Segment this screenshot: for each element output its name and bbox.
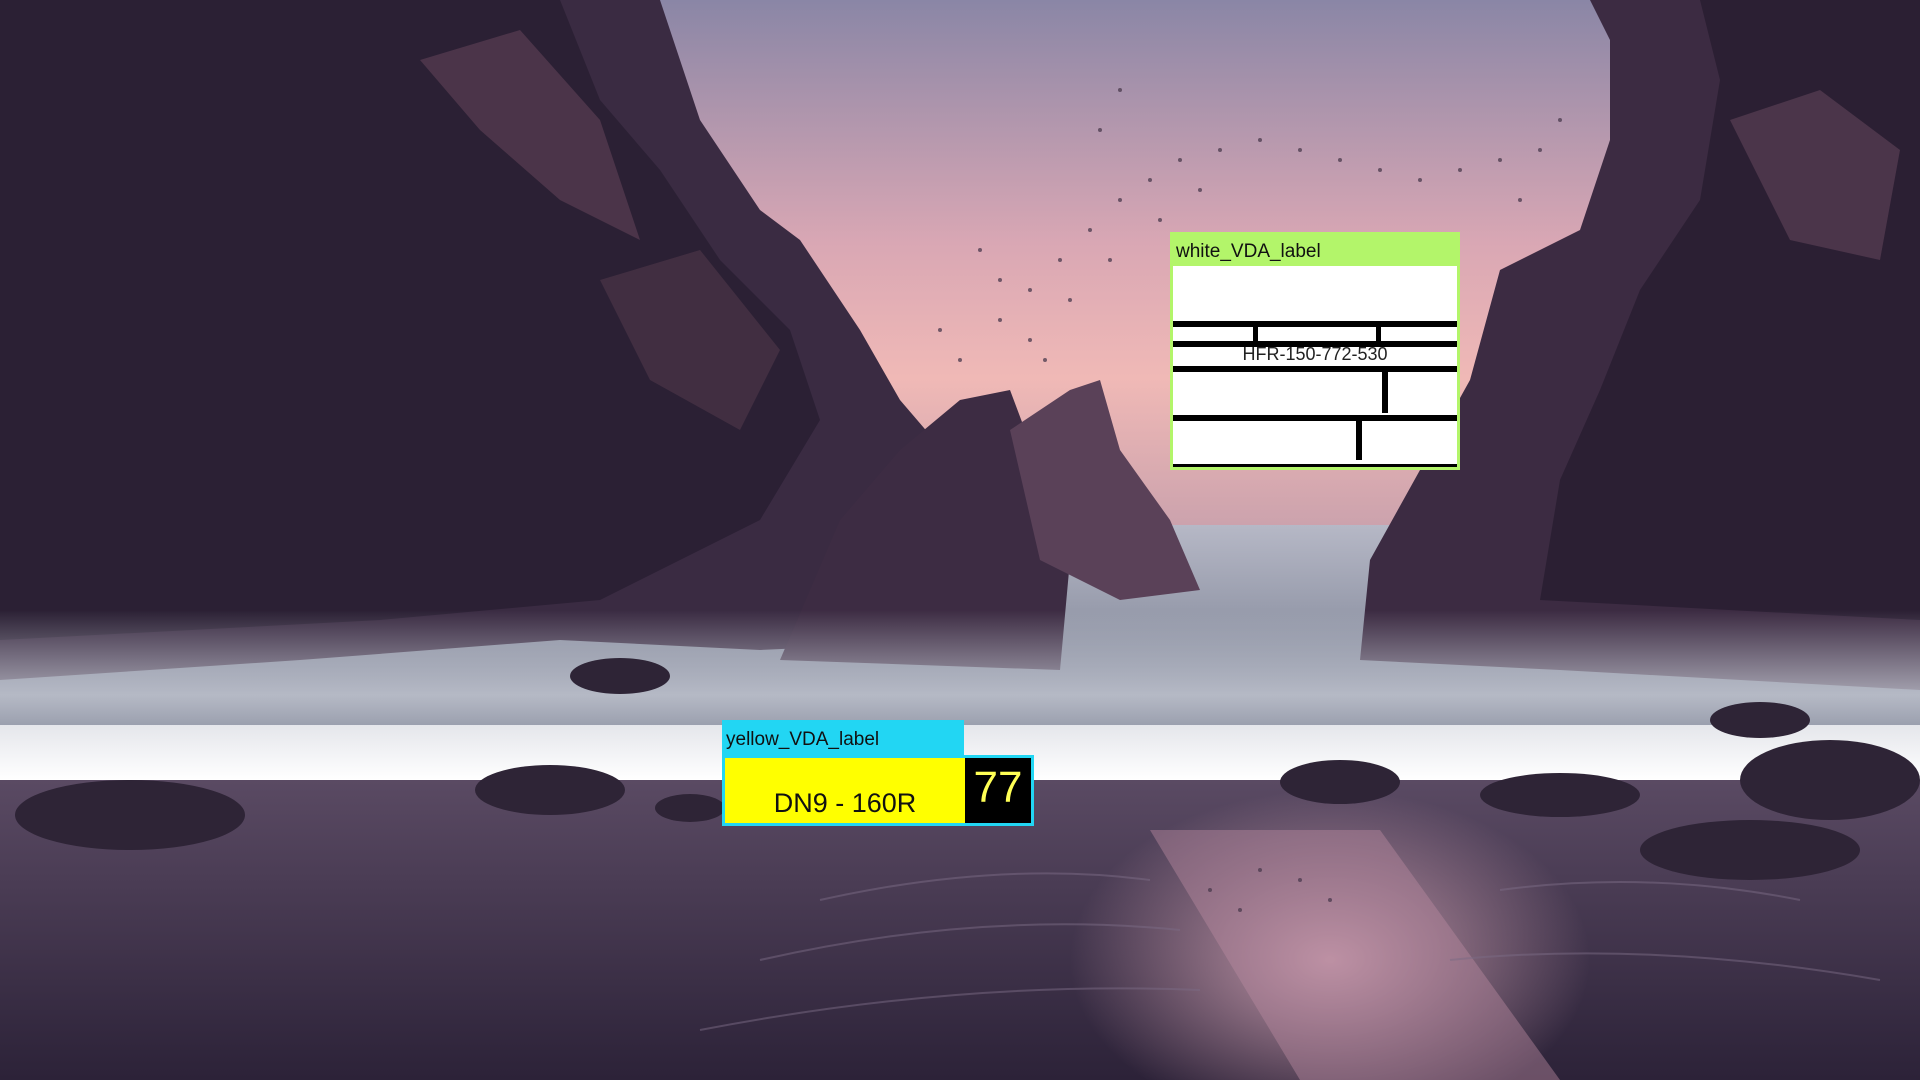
- yellow-vda-label-tag: yellow_VDA_label: [722, 720, 964, 755]
- label-rule: [1253, 321, 1258, 343]
- yellow-vda-label-code: DN9 - 160R: [773, 788, 917, 818]
- label-rule: [1173, 415, 1457, 421]
- yellow-vda-label[interactable]: yellow_VDA_label DN9 - 160R 77: [722, 720, 1034, 826]
- label-rule: [1173, 464, 1457, 467]
- label-rule: [1356, 415, 1362, 460]
- white-vda-label-id: HFR-150-772-530: [1242, 344, 1388, 364]
- coastal-cave-landscape: [0, 0, 1920, 1080]
- yellow-vda-label-body: DN9 - 160R 77: [722, 755, 1034, 826]
- white-vda-label[interactable]: white_VDA_label HFR-150-772-530: [1170, 232, 1460, 470]
- desktop-wallpaper: [0, 0, 1920, 1080]
- label-rule: [1382, 366, 1388, 413]
- white-vda-label-tag: white_VDA_label: [1173, 235, 1457, 266]
- label-rule: [1173, 366, 1457, 372]
- label-rule: [1173, 321, 1457, 327]
- yellow-vda-label-number: 77: [965, 758, 1031, 823]
- label-rule: [1376, 321, 1381, 343]
